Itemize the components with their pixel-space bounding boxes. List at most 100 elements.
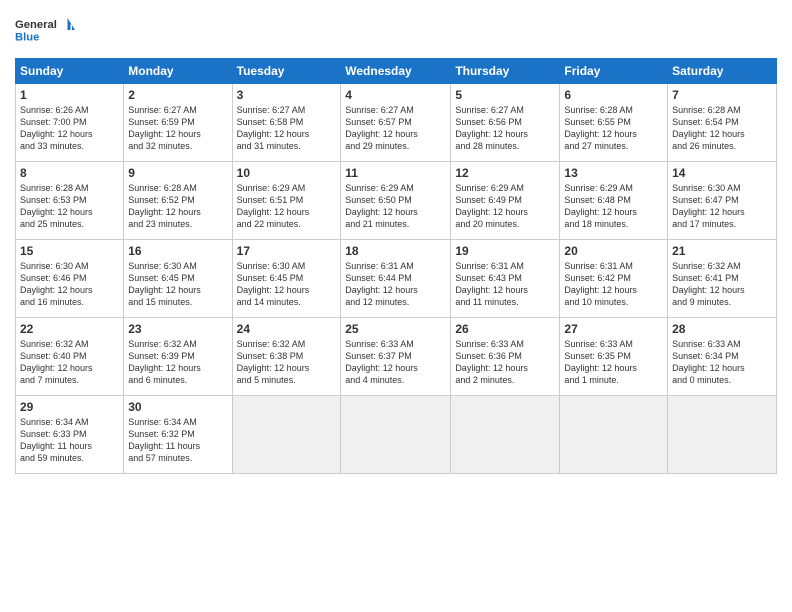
day-number: 2 — [128, 88, 227, 102]
calendar-day-cell: 30 Sunrise: 6:34 AMSunset: 6:32 PMDayligh… — [124, 396, 232, 474]
day-info: Sunrise: 6:30 AMSunset: 6:46 PMDaylight:… — [20, 260, 119, 309]
logo-svg: General Blue — [15, 10, 75, 50]
svg-text:Blue: Blue — [15, 32, 39, 44]
calendar-day-cell: 20 Sunrise: 6:31 AMSunset: 6:42 PMDayligh… — [560, 240, 668, 318]
logo: General Blue — [15, 10, 75, 50]
day-number: 18 — [345, 244, 446, 258]
calendar-week-row: 15 Sunrise: 6:30 AMSunset: 6:46 PMDayligh… — [16, 240, 777, 318]
calendar-day-cell — [341, 396, 451, 474]
calendar-day-cell: 26 Sunrise: 6:33 AMSunset: 6:36 PMDayligh… — [451, 318, 560, 396]
day-number: 5 — [455, 88, 555, 102]
day-info: Sunrise: 6:28 AMSunset: 6:52 PMDaylight:… — [128, 182, 227, 231]
calendar-weekday-header: Friday — [560, 59, 668, 84]
calendar-weekday-header: Wednesday — [341, 59, 451, 84]
calendar-day-cell: 8 Sunrise: 6:28 AMSunset: 6:53 PMDaylight… — [16, 162, 124, 240]
day-number: 11 — [345, 166, 446, 180]
header: General Blue — [15, 10, 777, 50]
day-info: Sunrise: 6:27 AMSunset: 6:56 PMDaylight:… — [455, 104, 555, 153]
calendar-day-cell — [668, 396, 777, 474]
calendar-weekday-header: Tuesday — [232, 59, 341, 84]
calendar-day-cell: 24 Sunrise: 6:32 AMSunset: 6:38 PMDayligh… — [232, 318, 341, 396]
day-number: 24 — [237, 322, 337, 336]
calendar-week-row: 22 Sunrise: 6:32 AMSunset: 6:40 PMDayligh… — [16, 318, 777, 396]
day-info: Sunrise: 6:32 AMSunset: 6:41 PMDaylight:… — [672, 260, 772, 309]
day-number: 23 — [128, 322, 227, 336]
calendar-day-cell: 28 Sunrise: 6:33 AMSunset: 6:34 PMDayligh… — [668, 318, 777, 396]
day-info: Sunrise: 6:28 AMSunset: 6:53 PMDaylight:… — [20, 182, 119, 231]
day-number: 19 — [455, 244, 555, 258]
calendar-day-cell: 7Sunrise: 6:28 AMSunset: 6:54 PMDaylight… — [668, 84, 777, 162]
calendar-day-cell: 16Sunrise: 6:30 AMSunset: 6:45 PMDayligh… — [124, 240, 232, 318]
calendar-day-cell: 5 Sunrise: 6:27 AMSunset: 6:56 PMDaylight… — [451, 84, 560, 162]
calendar-day-cell: 2 Sunrise: 6:27 AMSunset: 6:59 PMDaylight… — [124, 84, 232, 162]
calendar-weekday-header: Monday — [124, 59, 232, 84]
day-info: Sunrise: 6:26 AMSunset: 7:00 PMDaylight:… — [20, 104, 119, 153]
day-number: 10 — [237, 166, 337, 180]
day-info: Sunrise: 6:33 AMSunset: 6:35 PMDaylight:… — [564, 338, 663, 387]
calendar-day-cell: 22 Sunrise: 6:32 AMSunset: 6:40 PMDayligh… — [16, 318, 124, 396]
day-info: Sunrise: 6:33 AMSunset: 6:34 PMDaylight:… — [672, 338, 772, 387]
day-info: Sunrise: 6:33 AMSunset: 6:37 PMDaylight:… — [345, 338, 446, 387]
day-number: 20 — [564, 244, 663, 258]
calendar-day-cell: 12Sunrise: 6:29 AMSunset: 6:49 PMDayligh… — [451, 162, 560, 240]
calendar-day-cell: 15 Sunrise: 6:30 AMSunset: 6:46 PMDayligh… — [16, 240, 124, 318]
calendar-weekday-header: Thursday — [451, 59, 560, 84]
day-info: Sunrise: 6:34 AMSunset: 6:33 PMDaylight:… — [20, 416, 119, 465]
day-info: Sunrise: 6:28 AMSunset: 6:55 PMDaylight:… — [564, 104, 663, 153]
day-number: 13 — [564, 166, 663, 180]
day-info: Sunrise: 6:33 AMSunset: 6:36 PMDaylight:… — [455, 338, 555, 387]
calendar-day-cell: 10Sunrise: 6:29 AMSunset: 6:51 PMDayligh… — [232, 162, 341, 240]
calendar-day-cell: 17 Sunrise: 6:30 AMSunset: 6:45 PMDayligh… — [232, 240, 341, 318]
calendar-table: SundayMondayTuesdayWednesdayThursdayFrid… — [15, 58, 777, 474]
calendar-day-cell: 9 Sunrise: 6:28 AMSunset: 6:52 PMDaylight… — [124, 162, 232, 240]
day-info: Sunrise: 6:32 AMSunset: 6:39 PMDaylight:… — [128, 338, 227, 387]
day-number: 4 — [345, 88, 446, 102]
day-number: 8 — [20, 166, 119, 180]
calendar-day-cell: 23 Sunrise: 6:32 AMSunset: 6:39 PMDayligh… — [124, 318, 232, 396]
day-info: Sunrise: 6:28 AMSunset: 6:54 PMDaylight:… — [672, 104, 772, 153]
calendar-day-cell: 4 Sunrise: 6:27 AMSunset: 6:57 PMDaylight… — [341, 84, 451, 162]
day-info: Sunrise: 6:32 AMSunset: 6:38 PMDaylight:… — [237, 338, 337, 387]
day-info: Sunrise: 6:27 AMSunset: 6:58 PMDaylight:… — [237, 104, 337, 153]
calendar-day-cell — [560, 396, 668, 474]
day-info: Sunrise: 6:29 AMSunset: 6:50 PMDaylight:… — [345, 182, 446, 231]
day-number: 28 — [672, 322, 772, 336]
calendar-week-row: 29 Sunrise: 6:34 AMSunset: 6:33 PMDayligh… — [16, 396, 777, 474]
day-number: 30 — [128, 400, 227, 414]
day-info: Sunrise: 6:31 AMSunset: 6:43 PMDaylight:… — [455, 260, 555, 309]
calendar-week-row: 1 Sunrise: 6:26 AMSunset: 7:00 PMDaylight… — [16, 84, 777, 162]
calendar-day-cell: 14 Sunrise: 6:30 AMSunset: 6:47 PMDayligh… — [668, 162, 777, 240]
calendar-week-row: 8 Sunrise: 6:28 AMSunset: 6:53 PMDaylight… — [16, 162, 777, 240]
day-number: 17 — [237, 244, 337, 258]
calendar-day-cell: 1 Sunrise: 6:26 AMSunset: 7:00 PMDaylight… — [16, 84, 124, 162]
day-info: Sunrise: 6:30 AMSunset: 6:45 PMDaylight:… — [237, 260, 337, 309]
day-info: Sunrise: 6:34 AMSunset: 6:32 PMDaylight:… — [128, 416, 227, 465]
calendar-day-cell: 25 Sunrise: 6:33 AMSunset: 6:37 PMDayligh… — [341, 318, 451, 396]
day-info: Sunrise: 6:27 AMSunset: 6:59 PMDaylight:… — [128, 104, 227, 153]
day-number: 25 — [345, 322, 446, 336]
day-info: Sunrise: 6:31 AMSunset: 6:42 PMDaylight:… — [564, 260, 663, 309]
day-number: 16 — [128, 244, 227, 258]
day-number: 15 — [20, 244, 119, 258]
calendar-day-cell: 27Sunrise: 6:33 AMSunset: 6:35 PMDayligh… — [560, 318, 668, 396]
day-info: Sunrise: 6:27 AMSunset: 6:57 PMDaylight:… — [345, 104, 446, 153]
calendar-weekday-header: Saturday — [668, 59, 777, 84]
day-number: 6 — [564, 88, 663, 102]
calendar-day-cell — [232, 396, 341, 474]
day-number: 1 — [20, 88, 119, 102]
day-info: Sunrise: 6:32 AMSunset: 6:40 PMDaylight:… — [20, 338, 119, 387]
calendar-day-cell: 29 Sunrise: 6:34 AMSunset: 6:33 PMDayligh… — [16, 396, 124, 474]
calendar-day-cell: 21Sunrise: 6:32 AMSunset: 6:41 PMDayligh… — [668, 240, 777, 318]
day-number: 14 — [672, 166, 772, 180]
calendar-weekday-header: Sunday — [16, 59, 124, 84]
day-number: 29 — [20, 400, 119, 414]
day-info: Sunrise: 6:30 AMSunset: 6:47 PMDaylight:… — [672, 182, 772, 231]
day-number: 26 — [455, 322, 555, 336]
calendar-day-cell: 3 Sunrise: 6:27 AMSunset: 6:58 PMDaylight… — [232, 84, 341, 162]
day-number: 9 — [128, 166, 227, 180]
calendar-day-cell: 19 Sunrise: 6:31 AMSunset: 6:43 PMDayligh… — [451, 240, 560, 318]
day-info: Sunrise: 6:29 AMSunset: 6:48 PMDaylight:… — [564, 182, 663, 231]
day-number: 3 — [237, 88, 337, 102]
day-number: 22 — [20, 322, 119, 336]
calendar-day-cell — [451, 396, 560, 474]
